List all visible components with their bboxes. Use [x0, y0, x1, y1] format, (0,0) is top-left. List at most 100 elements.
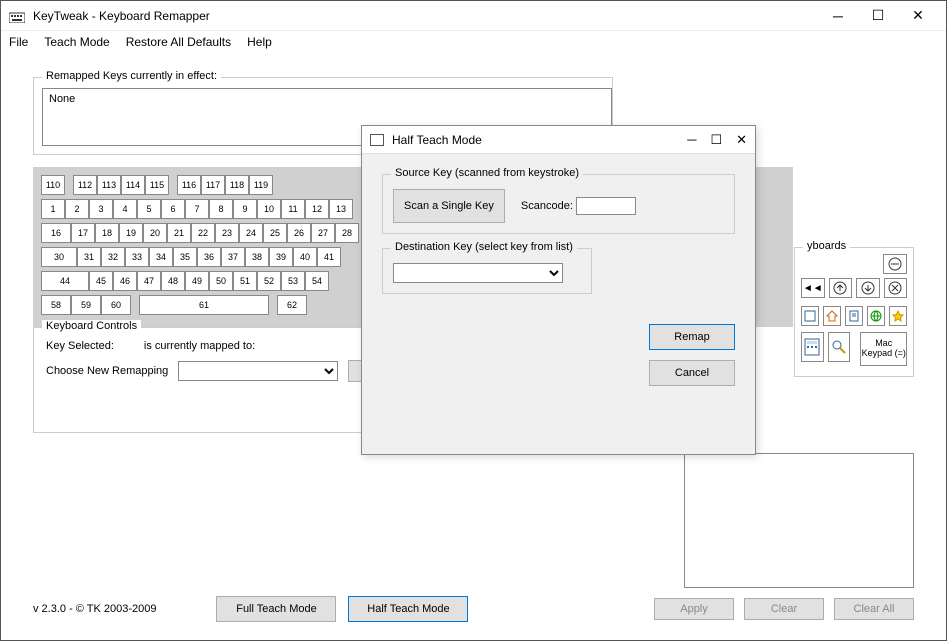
key-37[interactable]: 37 [221, 247, 245, 267]
media-mute-icon[interactable] [884, 278, 908, 298]
key-13[interactable]: 13 [329, 199, 353, 219]
key-33[interactable]: 33 [125, 247, 149, 267]
key-58[interactable]: 58 [41, 295, 71, 315]
key-18[interactable]: 18 [95, 223, 119, 243]
key-48[interactable]: 48 [161, 271, 185, 291]
key-30[interactable]: 30 [41, 247, 77, 267]
key-12[interactable]: 12 [305, 199, 329, 219]
key-51[interactable]: 51 [233, 271, 257, 291]
key-117[interactable]: 117 [201, 175, 225, 195]
doc-icon[interactable] [845, 306, 863, 326]
key-21[interactable]: 21 [167, 223, 191, 243]
key-31[interactable]: 31 [77, 247, 101, 267]
key-23[interactable]: 23 [215, 223, 239, 243]
specialty-label: yboards [803, 240, 850, 252]
key-20[interactable]: 20 [143, 223, 167, 243]
key-1[interactable]: 1 [41, 199, 65, 219]
scancode-label: Scancode: [521, 200, 573, 212]
key-36[interactable]: 36 [197, 247, 221, 267]
key-5[interactable]: 5 [137, 199, 161, 219]
key-11[interactable]: 11 [281, 199, 305, 219]
key-34[interactable]: 34 [149, 247, 173, 267]
key-32[interactable]: 32 [101, 247, 125, 267]
key-46[interactable]: 46 [113, 271, 137, 291]
key-116[interactable]: 116 [177, 175, 201, 195]
key-47[interactable]: 47 [137, 271, 161, 291]
key-35[interactable]: 35 [173, 247, 197, 267]
key-38[interactable]: 38 [245, 247, 269, 267]
half-teach-mode-button[interactable]: Half Teach Mode [348, 596, 468, 622]
scancode-value [576, 197, 636, 215]
close-button[interactable]: ✕ [898, 2, 938, 30]
key-4[interactable]: 4 [113, 199, 137, 219]
key-19[interactable]: 19 [119, 223, 143, 243]
key-28[interactable]: 28 [335, 223, 359, 243]
clear-button[interactable]: Clear [744, 598, 824, 620]
key-112[interactable]: 112 [73, 175, 97, 195]
key-115[interactable]: 115 [145, 175, 169, 195]
key-40[interactable]: 40 [293, 247, 317, 267]
key-110[interactable]: 110 [41, 175, 65, 195]
key-26[interactable]: 26 [287, 223, 311, 243]
home-icon[interactable] [823, 306, 841, 326]
key-22[interactable]: 22 [191, 223, 215, 243]
key-16[interactable]: 16 [41, 223, 71, 243]
key-114[interactable]: 114 [121, 175, 145, 195]
key-44[interactable]: 44 [41, 271, 89, 291]
key-119[interactable]: 119 [249, 175, 273, 195]
key-7[interactable]: 7 [185, 199, 209, 219]
key-41[interactable]: 41 [317, 247, 341, 267]
remapping-select[interactable] [178, 361, 338, 381]
key-6[interactable]: 6 [161, 199, 185, 219]
window-title: KeyTweak - Keyboard Remapper [33, 9, 818, 23]
key-49[interactable]: 49 [185, 271, 209, 291]
key-25[interactable]: 25 [263, 223, 287, 243]
clear-all-button[interactable]: Clear All [834, 598, 914, 620]
key-39[interactable]: 39 [269, 247, 293, 267]
apply-button[interactable]: Apply [654, 598, 734, 620]
calculator-icon[interactable] [801, 332, 824, 362]
key-53[interactable]: 53 [281, 271, 305, 291]
key-113[interactable]: 113 [97, 175, 121, 195]
key-61[interactable]: 61 [139, 295, 269, 315]
key-2[interactable]: 2 [65, 199, 89, 219]
full-teach-mode-button[interactable]: Full Teach Mode [216, 596, 336, 622]
menu-file[interactable]: File [9, 35, 28, 49]
search-icon[interactable] [828, 332, 851, 362]
menu-restore-defaults[interactable]: Restore All Defaults [126, 35, 231, 49]
menu-help[interactable]: Help [247, 35, 272, 49]
key-27[interactable]: 27 [311, 223, 335, 243]
key-54[interactable]: 54 [305, 271, 329, 291]
key-118[interactable]: 118 [225, 175, 249, 195]
star-icon[interactable] [889, 306, 907, 326]
menu-teach-mode[interactable]: Teach Mode [44, 35, 109, 49]
key-52[interactable]: 52 [257, 271, 281, 291]
dialog-minimize-button[interactable]: ─ [687, 132, 696, 148]
key-10[interactable]: 10 [257, 199, 281, 219]
key-59[interactable]: 59 [71, 295, 101, 315]
app-icon-1[interactable] [801, 306, 819, 326]
dialog-maximize-button[interactable]: ☐ [710, 132, 722, 148]
maximize-button[interactable]: ☐ [858, 2, 898, 30]
media-down-icon[interactable] [856, 278, 880, 298]
key-62[interactable]: 62 [277, 295, 307, 315]
key-60[interactable]: 60 [101, 295, 131, 315]
key-9[interactable]: 9 [233, 199, 257, 219]
dialog-close-button[interactable]: ✕ [736, 132, 747, 148]
globe-icon[interactable] [867, 306, 885, 326]
media-prev-icon[interactable]: ◄◄ [801, 278, 825, 298]
destination-key-select[interactable] [393, 263, 563, 283]
key-50[interactable]: 50 [209, 271, 233, 291]
dialog-cancel-button[interactable]: Cancel [649, 360, 735, 386]
media-icon[interactable] [883, 254, 907, 274]
scan-single-key-button[interactable]: Scan a Single Key [393, 189, 505, 223]
key-24[interactable]: 24 [239, 223, 263, 243]
minimize-button[interactable]: ─ [818, 2, 858, 30]
key-8[interactable]: 8 [209, 199, 233, 219]
media-up-icon[interactable] [829, 278, 853, 298]
key-17[interactable]: 17 [71, 223, 95, 243]
key-45[interactable]: 45 [89, 271, 113, 291]
key-3[interactable]: 3 [89, 199, 113, 219]
mac-keypad-button[interactable]: Mac Keypad (=) [860, 332, 907, 366]
dialog-remap-button[interactable]: Remap [649, 324, 735, 350]
